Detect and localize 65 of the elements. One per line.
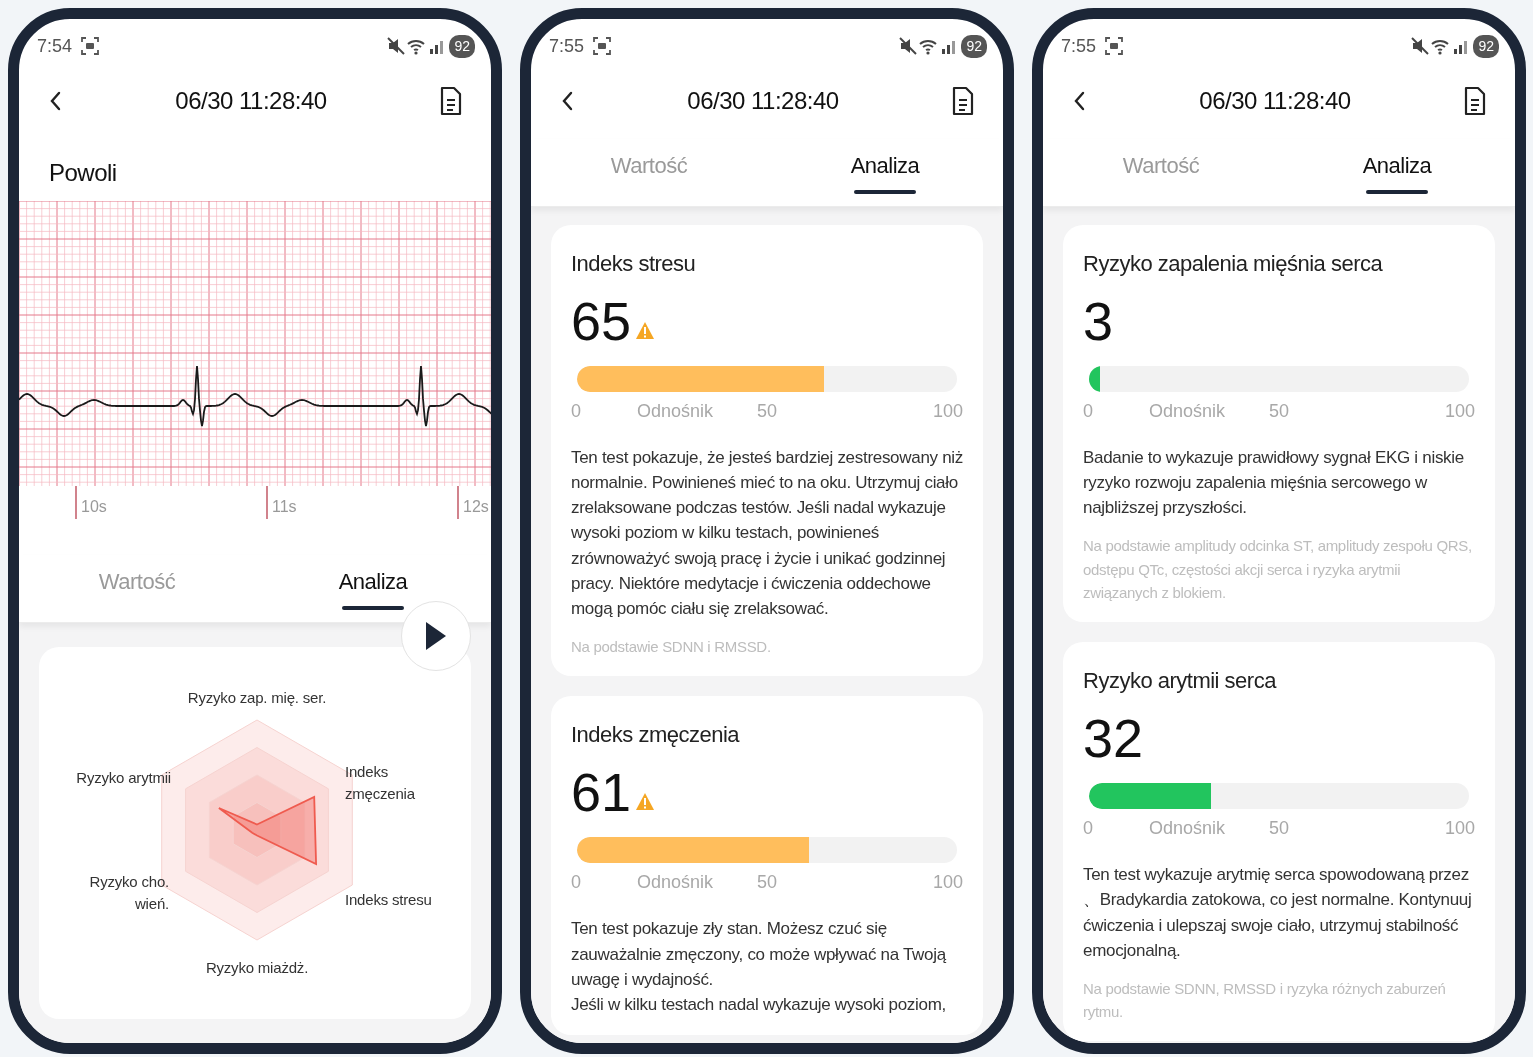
metric-value: 3	[1083, 294, 1114, 348]
metric-value: 65	[571, 294, 632, 348]
scale-label: 100	[1444, 817, 1475, 841]
scale-label: 100	[932, 400, 963, 423]
date-time-title: 06/30 11:28:40	[1199, 86, 1351, 116]
back-icon[interactable]	[49, 91, 63, 111]
scale-label: Odnośnik	[1149, 817, 1226, 841]
description-text: Badanie to wykazuje prawidłowy sygnał EKG i niskie ryzyko rozwoju zapalenia mięśnia sercowego w najbliższej przyszłości.	[1083, 447, 1465, 520]
tab[interactable]: Analiza	[1279, 139, 1515, 206]
metric-value: 32	[1083, 711, 1144, 766]
status-time: 7:55	[549, 34, 585, 58]
description-text: Ten test pokazuje zły stan. Możesz czuć się zauważalnie zmęczony, co może wpływać na Twoją uwagę i wydajność. Jeśli w kilku testach nadal wykazuje wysoki poziom,	[571, 918, 948, 1016]
description-text: Ten test pokazuje, że jesteś bardziej zestresowany niż normalnie. Powinieneś mieć to na oku. Utrzymuj ciało zrelaksowane podczas testów. Jeśli nadal wykazuje wysoki poziom w kilku testach, powinieneś zrównoważyć swoją pracę i życie i unikać godzinnej pracy. Niektóre medytacje i ćwiczenia oddechowe mogą pomóc ciału się zrelaksować.	[571, 447, 963, 620]
metric-title: Indeks zmęczenia	[571, 721, 741, 750]
document-icon[interactable]	[439, 85, 463, 117]
time-label: 11s	[272, 498, 297, 515]
axis-label: Indeks zmęczenia	[345, 762, 416, 804]
basis-note: Na podstawie amplitudy odcinka ST, amplitudy zespołu QRS, odstępu QTc, częstości akcji serca i ryzyka arytmii związanych z blokiem.	[1083, 536, 1473, 603]
battery-level: 92	[449, 34, 475, 58]
tab[interactable]: Analiza	[255, 555, 491, 622]
scale-label: 0	[571, 871, 581, 895]
scale-label: 0	[1083, 400, 1093, 423]
metric-title: Ryzyko zapalenia mięśnia serca	[1083, 250, 1384, 278]
back-icon[interactable]	[561, 91, 575, 111]
document-icon[interactable]	[951, 85, 975, 117]
back-icon[interactable]	[1073, 91, 1087, 111]
tab[interactable]: Analiza	[767, 139, 1003, 206]
date-time-title: 06/30 11:28:40	[687, 86, 839, 116]
axis-label: Ryzyko miażdż.	[204, 958, 310, 978]
scale-label: Odnośnik	[637, 400, 714, 423]
speed-label: Powoli	[48, 158, 118, 188]
mute-icon	[386, 36, 407, 56]
scale-label: 0	[571, 400, 581, 423]
axis-label: Ryzyko zap. mię. ser.	[186, 688, 328, 708]
metric-title: Ryzyko arytmii serca	[1083, 667, 1278, 696]
battery-level: 92	[961, 34, 987, 58]
mute-icon	[1410, 36, 1431, 56]
status-time: 7:54	[37, 34, 73, 58]
status-time: 7:55	[1061, 34, 1097, 58]
play-icon	[424, 620, 448, 652]
screenshot-icon	[1104, 36, 1125, 56]
screenshot-icon	[80, 36, 101, 56]
time-label: 10s	[81, 498, 107, 515]
battery-level: 92	[1473, 34, 1499, 58]
basis-note: Na podstawie SDNN, RMSSD i ryzyka różnych zaburzeń rytmu.	[1083, 978, 1447, 1023]
screenshot-icon	[592, 36, 613, 56]
axis-label: Ryzyko cho. wień.	[88, 872, 169, 914]
scale-label: Odnośnik	[637, 871, 714, 895]
metric-value: 61	[571, 765, 632, 820]
metric-title: Indeks stresu	[571, 250, 697, 278]
axis-label: Ryzyko arytmii	[75, 768, 171, 788]
axis-label: Indeks stresu	[345, 890, 433, 910]
document-icon[interactable]	[1463, 85, 1487, 117]
date-time-title: 06/30 11:28:40	[175, 86, 327, 116]
time-label: 12s	[463, 498, 489, 515]
description-text: Ten test wykazuje arytmię serca spowodowaną przez 、Bradykardia zatokowa, co jest normalne. Kontynuuj ćwiczenia i ulepszaj swoje ciało, utrzymuj stabilność emocjonalną.	[1083, 864, 1473, 962]
scale-label: 0	[1083, 817, 1093, 841]
scale-label: 100	[1444, 400, 1475, 423]
scale-label: 50	[757, 871, 778, 895]
mute-icon	[898, 36, 919, 56]
scale-label: Odnośnik	[1149, 400, 1226, 423]
scale-label: 50	[1269, 817, 1290, 841]
scale-label: 50	[757, 400, 778, 423]
scale-label: 100	[932, 871, 963, 895]
scale-label: 50	[1269, 400, 1290, 423]
